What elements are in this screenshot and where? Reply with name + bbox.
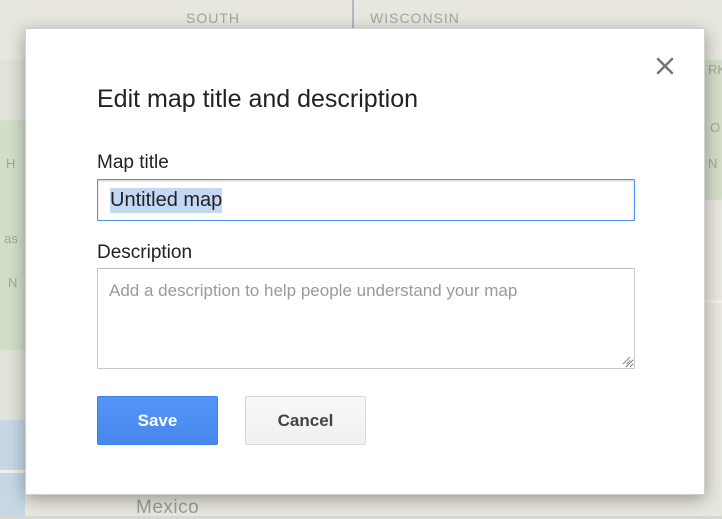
map-label-fragment: N (708, 156, 718, 171)
description-label: Description (97, 242, 193, 263)
edit-map-dialog: Edit map title and description Map title… (25, 28, 705, 495)
map-border (352, 0, 354, 28)
map-label-fragment: RK (708, 62, 722, 77)
map-region (25, 495, 705, 516)
map-title-label: Map title (97, 152, 169, 173)
cancel-button[interactable]: Cancel (245, 396, 366, 445)
save-button[interactable]: Save (97, 396, 218, 445)
close-icon (656, 57, 674, 75)
map-road (705, 300, 722, 303)
map-label-wisconsin: WISCONSIN (370, 10, 460, 26)
description-placeholder: Add a description to help people underst… (109, 281, 518, 300)
map-region (705, 200, 722, 516)
map-water (0, 420, 25, 516)
dialog-title: Edit map title and description (97, 85, 419, 113)
resize-handle-icon[interactable] (621, 355, 631, 365)
map-label-fragment: as (4, 231, 18, 246)
map-label-fragment: N (8, 275, 18, 290)
map-title-input[interactable]: Untitled map (97, 179, 635, 221)
description-textarea[interactable]: Add a description to help people underst… (97, 268, 635, 369)
map-label-fragment: H (6, 156, 16, 171)
map-title-value: Untitled map (110, 187, 223, 213)
map-road (0, 470, 25, 473)
close-button[interactable] (650, 51, 680, 81)
map-label-fragment: O (710, 120, 721, 135)
map-label-south: SOUTH (186, 10, 240, 26)
